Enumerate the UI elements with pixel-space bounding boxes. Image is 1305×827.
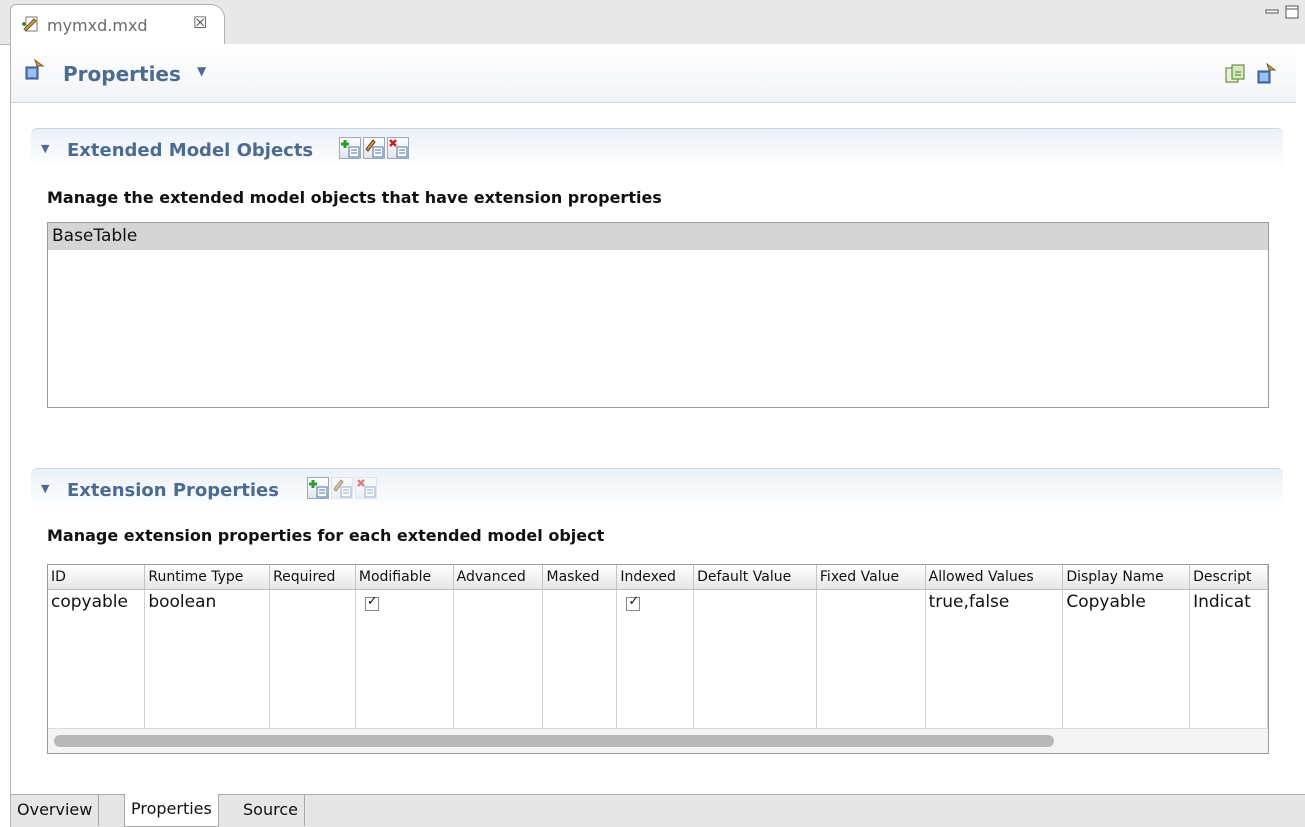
table-cell[interactable]: boolean bbox=[144, 589, 271, 731]
column-header[interactable]: Allowed Values bbox=[925, 565, 1064, 590]
page-title: Properties bbox=[63, 62, 181, 86]
column-header[interactable]: Fixed Value bbox=[816, 565, 926, 590]
table-cell[interactable]: true,false bbox=[925, 589, 1064, 731]
column-header[interactable]: ID bbox=[48, 565, 146, 590]
column-header[interactable]: Masked bbox=[542, 565, 618, 590]
extended-model-objects-list[interactable]: BaseTable bbox=[47, 222, 1269, 408]
column-header[interactable]: Required bbox=[269, 565, 356, 590]
page-tab-bar: Overview Properties Source bbox=[10, 794, 1305, 827]
modifiable-checkbox[interactable]: ✓ bbox=[364, 594, 379, 611]
chevron-down-icon[interactable]: ▼ bbox=[197, 64, 206, 78]
editor-tab-bar: mymxd.mxd ☒ bbox=[0, 0, 1305, 45]
table-cell[interactable] bbox=[542, 589, 618, 731]
edit-icon bbox=[333, 479, 352, 498]
close-icon[interactable]: ☒ bbox=[193, 13, 207, 32]
table-row[interactable]: copyable boolean ✓ ✓ true,false Copyable… bbox=[48, 589, 1268, 731]
section-title[interactable]: Extended Model Objects bbox=[67, 140, 313, 161]
form-header: Properties ▼ bbox=[11, 44, 1296, 103]
section-title[interactable]: Extension Properties bbox=[67, 480, 279, 501]
edit-model-object-button[interactable] bbox=[363, 137, 385, 159]
properties-icon[interactable] bbox=[1255, 62, 1279, 86]
extension-properties-section-header: ▼ Extension Properties bbox=[31, 468, 1283, 509]
tab-source[interactable]: Source bbox=[237, 795, 305, 826]
tab-overview[interactable]: Overview bbox=[11, 795, 100, 826]
minimize-icon[interactable] bbox=[1264, 4, 1280, 20]
column-header[interactable]: Modifiable bbox=[355, 565, 454, 590]
editor-tab-label: mymxd.mxd bbox=[47, 16, 148, 35]
column-header[interactable]: Display Name bbox=[1062, 565, 1191, 590]
twisty-icon[interactable]: ▼ bbox=[41, 482, 49, 495]
add-icon bbox=[309, 480, 328, 498]
table-cell[interactable]: ✓ bbox=[616, 589, 695, 731]
tab-properties[interactable]: Properties bbox=[124, 794, 219, 827]
add-model-object-button[interactable] bbox=[339, 137, 361, 159]
edit-property-button[interactable] bbox=[331, 477, 353, 499]
add-property-button[interactable] bbox=[307, 477, 329, 499]
remove-icon bbox=[357, 479, 376, 498]
table-cell[interactable] bbox=[453, 589, 544, 731]
extended-model-objects-description: Manage the extended model objects that h… bbox=[47, 188, 662, 207]
add-icon bbox=[341, 140, 360, 158]
maximize-icon[interactable] bbox=[1284, 4, 1300, 20]
column-header[interactable]: Descript bbox=[1189, 565, 1268, 590]
table-cell[interactable]: Indicat bbox=[1189, 589, 1268, 731]
editor-content: Properties ▼ ▼ Extended Model Objects Ma… bbox=[10, 44, 1305, 794]
mxd-file-icon bbox=[21, 15, 41, 35]
table-cell[interactable]: ✓ bbox=[355, 589, 454, 731]
scrollbar-thumb[interactable] bbox=[54, 735, 1054, 747]
column-header[interactable]: Indexed bbox=[616, 565, 695, 590]
remove-icon bbox=[389, 139, 408, 158]
column-header[interactable]: Advanced bbox=[453, 565, 544, 590]
table-cell[interactable] bbox=[269, 589, 356, 731]
table-cell[interactable] bbox=[693, 589, 817, 731]
edit-icon bbox=[365, 139, 384, 158]
editor-tab-mymxd[interactable]: mymxd.mxd ☒ bbox=[10, 4, 225, 44]
extension-properties-table[interactable]: ID Runtime Type Required Modifiable Adva… bbox=[47, 564, 1269, 754]
remove-model-object-button[interactable] bbox=[387, 137, 409, 159]
twisty-icon[interactable]: ▼ bbox=[41, 142, 49, 155]
extension-properties-description: Manage extension properties for each ext… bbox=[47, 526, 605, 545]
properties-icon bbox=[23, 58, 47, 82]
extended-model-objects-section-header: ▼ Extended Model Objects bbox=[31, 128, 1283, 169]
table-header-row: ID Runtime Type Required Modifiable Adva… bbox=[48, 565, 1268, 590]
table-cell[interactable]: copyable bbox=[48, 589, 146, 731]
list-item[interactable]: BaseTable bbox=[48, 223, 1268, 250]
indexed-checkbox[interactable]: ✓ bbox=[626, 594, 641, 611]
column-header[interactable]: Default Value bbox=[693, 565, 817, 590]
table-cell[interactable] bbox=[816, 589, 926, 731]
export-icon[interactable] bbox=[1223, 62, 1247, 86]
column-header[interactable]: Runtime Type bbox=[144, 565, 271, 590]
horizontal-scrollbar[interactable] bbox=[48, 728, 1268, 753]
table-cell[interactable]: Copyable bbox=[1062, 589, 1191, 731]
remove-property-button[interactable] bbox=[355, 477, 377, 499]
